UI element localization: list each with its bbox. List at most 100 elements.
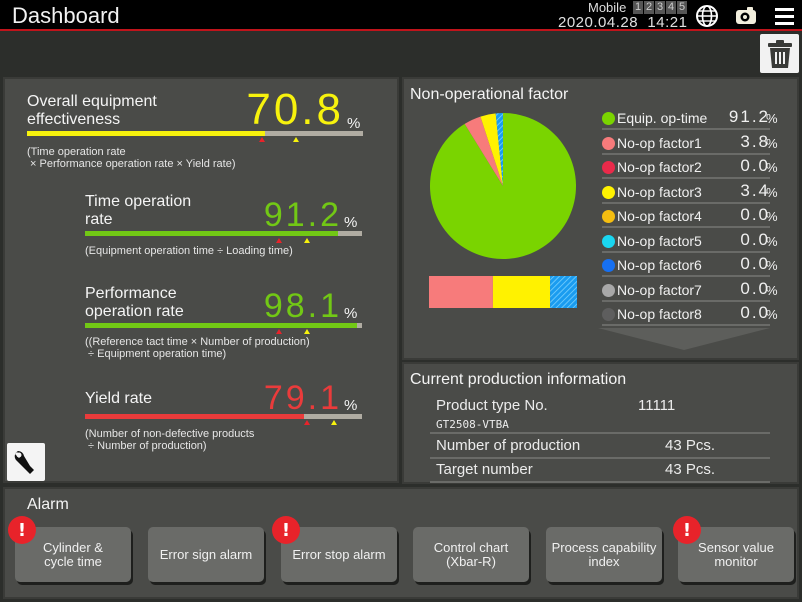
legend-unit: %	[766, 135, 778, 151]
legend-unit: %	[766, 160, 778, 175]
production-row-target: Target number 43 Pcs.	[430, 459, 770, 483]
legend-label: No-op factor1	[617, 134, 702, 151]
legend-item: Equip. op-time 91.2	[602, 107, 770, 130]
production-count-label: Number of production	[436, 437, 581, 454]
alarm-button-error-sign[interactable]: Error sign alarm	[148, 527, 264, 582]
yield-rate-red-threshold-marker	[303, 420, 310, 425]
perf-rate-bar-fill	[85, 323, 357, 328]
globe-icon[interactable]	[695, 4, 719, 28]
perf-rate-red-threshold-marker	[275, 329, 282, 334]
oee-value: 70.8	[246, 85, 344, 134]
alarm-title: Alarm	[27, 496, 69, 513]
product-model: GT2508-VTBA	[436, 418, 509, 431]
mobile-slot[interactable]: 3	[655, 1, 665, 14]
mobile-slot[interactable]: 1	[633, 1, 643, 14]
alarm-button-label: Control chart (Xbar-R)	[433, 539, 509, 569]
yield-rate-value: 79.1	[263, 379, 342, 417]
time-rate-unit: %	[344, 214, 358, 231]
oee-label-line1: Overall equipment	[27, 93, 157, 110]
legend-color-dot	[602, 259, 615, 272]
production-title: Current production information	[410, 371, 627, 388]
alert-icon: !	[8, 516, 36, 544]
oee-bar	[27, 131, 363, 136]
legend-item: No-op factor2 0.0	[602, 156, 770, 179]
legend-label: No-op factor8	[617, 306, 702, 322]
alarm-button-label: Cylinder & cycle time	[43, 539, 103, 569]
time-rate-value: 91.2	[263, 196, 342, 234]
kpi-panel	[3, 77, 399, 483]
mobile-slots: 1 2 3 4 5	[633, 1, 687, 14]
yield-rate-bar-fill	[85, 414, 305, 419]
time-rate-yellow-threshold-marker	[303, 238, 310, 243]
oee-label: Overall equipment effectiveness	[27, 93, 157, 129]
menu-icon[interactable]	[773, 4, 797, 28]
legend-value: 0.0	[740, 303, 770, 322]
perf-rate-label-line2: operation rate	[85, 303, 184, 320]
legend-unit: %	[766, 233, 778, 249]
legend-unit: %	[766, 209, 778, 224]
legend-color-dot	[602, 283, 615, 297]
legend-value: 91.2	[728, 107, 770, 126]
settings-button[interactable]	[7, 443, 45, 481]
legend-color-dot	[602, 210, 615, 223]
breakdown-seg-other	[550, 276, 577, 308]
oee-yellow-threshold-marker	[292, 137, 299, 142]
time-rate-red-threshold-marker	[275, 238, 282, 243]
mobile-slot[interactable]: 4	[666, 1, 676, 14]
legend-item: No-op factor4 0.0	[602, 205, 770, 228]
yield-rate-formula: (Number of non-defective products ÷ Numb…	[85, 428, 255, 452]
alarm-button-process-capability[interactable]: Process capability index	[546, 527, 662, 582]
yield-rate-bar	[85, 414, 362, 419]
legend-item: No-op factor5 0.0	[602, 229, 770, 253]
perf-rate-label: Performance operation rate	[85, 285, 184, 321]
legend-label: No-op factor6	[617, 257, 702, 273]
legend-label: No-op factor5	[617, 232, 702, 249]
legend-label: No-op factor2	[617, 159, 702, 175]
time-rate-label-line1: Time operation	[85, 193, 192, 210]
trash-button[interactable]	[760, 34, 799, 73]
nonop-title: Non-operational factor	[410, 86, 569, 103]
wrench-icon	[14, 450, 34, 474]
mobile-slot[interactable]: 5	[677, 1, 687, 14]
legend-unit: %	[766, 111, 778, 126]
alarm-button-label: Sensor value monitor	[698, 539, 774, 569]
legend-label: Equip. op-time	[617, 110, 708, 126]
legend-value: 0.0	[740, 229, 770, 249]
oee-label-line2: effectiveness	[27, 111, 121, 128]
legend-value: 3.4	[740, 180, 770, 200]
breakdown-seg-factor1	[429, 276, 493, 308]
legend-label: No-op factor7	[617, 281, 702, 298]
oee-red-threshold-marker	[259, 137, 266, 142]
legend-item: No-op factor7 0.0	[602, 278, 770, 302]
legend-color-dot	[602, 112, 615, 125]
legend-item: No-op factor8 0.0	[602, 303, 770, 326]
legend-value: 0.0	[740, 156, 770, 175]
scroll-down-icon[interactable]	[598, 326, 770, 350]
yield-rate-unit: %	[344, 397, 358, 414]
time-rate-label-line2: rate	[85, 211, 113, 228]
oee-unit: %	[347, 115, 361, 132]
page-title: Dashboard	[12, 3, 120, 28]
time-rate-bar-fill	[85, 231, 338, 236]
alert-icon: !	[673, 516, 701, 544]
title-bar: Dashboard Mobile 1 2 3 4 5 2020.04.28 14…	[0, 0, 802, 31]
legend-unit: %	[766, 184, 778, 200]
legend-color-dot	[602, 234, 615, 248]
perf-rate-unit: %	[344, 305, 358, 322]
mobile-slot[interactable]: 2	[644, 1, 654, 14]
time-rate-bar	[85, 231, 362, 236]
alarm-button-label: Error stop alarm	[292, 546, 386, 562]
alarm-button-control-chart[interactable]: Control chart (Xbar-R)	[413, 527, 529, 582]
legend-value: 0.0	[740, 278, 770, 298]
perf-rate-bar	[85, 323, 362, 328]
target-number-value: 43 Pcs.	[665, 461, 716, 478]
time-rate-formula: (Equipment operation time ÷ Loading time…	[85, 245, 293, 257]
trash-icon	[767, 39, 792, 68]
perf-rate-value: 98.1	[263, 287, 342, 325]
yield-rate-label: Yield rate	[85, 390, 152, 407]
legend-color-dot	[602, 136, 615, 150]
camera-icon[interactable]	[734, 4, 758, 28]
legend-unit: %	[766, 258, 778, 273]
product-type-value: 11111	[638, 397, 676, 414]
legend-value: 0.0	[740, 254, 770, 273]
